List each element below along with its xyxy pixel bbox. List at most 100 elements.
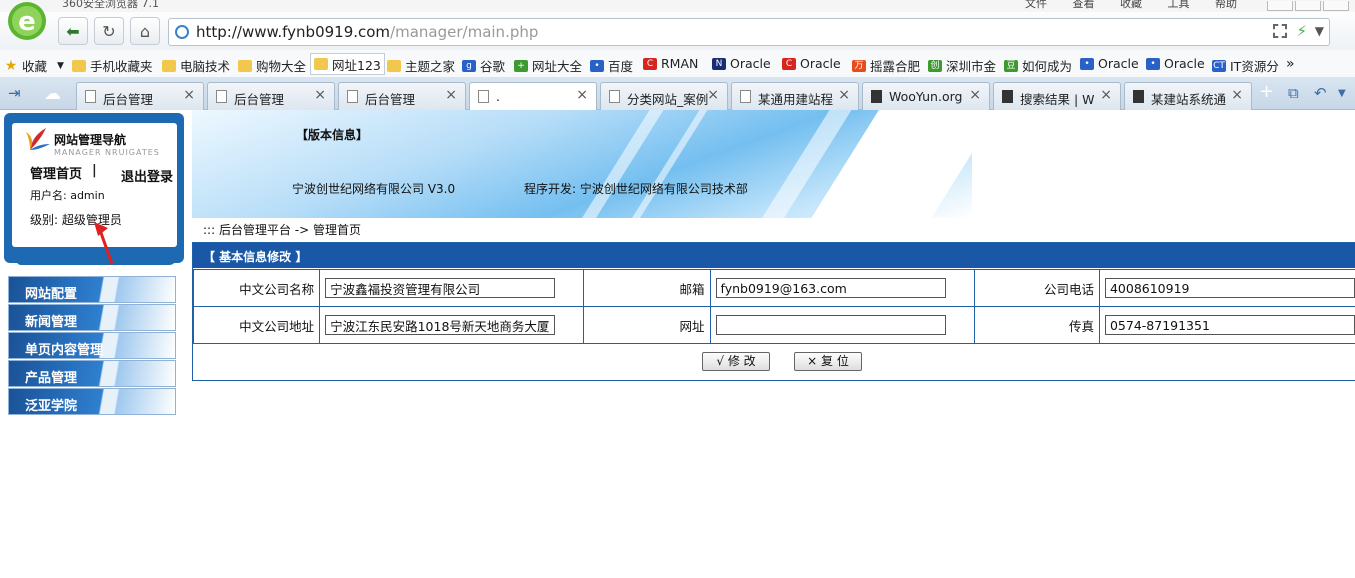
tab-9[interactable]: 某建站系统通 × (1124, 82, 1252, 110)
home-button[interactable]: ⌂ (130, 17, 160, 45)
website-cell (709, 306, 975, 344)
version-title: 【版本信息】 (296, 128, 369, 142)
form-actions: √ 修 改 × 复 位 (193, 344, 1355, 381)
tab-1[interactable]: 后台管理 × (76, 82, 204, 110)
window-title: 360安全浏览器 7.1 (62, 0, 159, 10)
bookmark-item[interactable]: 手机收藏夹 (72, 56, 153, 75)
folder-icon (162, 59, 176, 72)
browser-window: 360安全浏览器 7.1 文件 查看 收藏 工具 帮助 ⬅ ↻ ⌂ http:/… (0, 0, 1355, 578)
tab-active[interactable]: . × (469, 82, 597, 111)
admin-home-link[interactable]: 管理首页 (30, 163, 82, 182)
form-row: 中文公司名称 邮箱 公司电话 (192, 269, 1355, 307)
wooyun-icon (871, 90, 882, 103)
ct-logo-icon: CT (1212, 59, 1226, 72)
close-icon[interactable]: × (445, 87, 457, 103)
bookmark-item[interactable]: 购物大全 (238, 56, 306, 75)
bookmark-item[interactable]: • 百度 (590, 56, 633, 75)
reset-button[interactable]: × 复 位 (794, 352, 862, 371)
site-logo-icon: 创 (928, 59, 942, 72)
nav-title: 网站管理导航 (54, 133, 127, 147)
form-header: 【 基本信息修改 】 (193, 243, 1355, 268)
c-logo-icon: C (782, 57, 796, 70)
address-input[interactable] (325, 315, 556, 335)
menu-favorites[interactable]: 收藏 (1120, 0, 1142, 10)
cloud-icon[interactable]: ☁ (44, 84, 61, 104)
company-name-input[interactable] (325, 278, 556, 298)
bookmark-item[interactable]: CT IT资源分 (1212, 56, 1279, 75)
bookmark-item[interactable]: g 谷歌 (462, 56, 505, 75)
bookmark-item[interactable]: C RMAN (643, 56, 698, 71)
new-tab-icon[interactable]: + (1259, 81, 1274, 102)
tab-5[interactable]: 分类网站_案例 × (600, 82, 728, 110)
close-icon[interactable]: × (576, 87, 588, 103)
menu-file[interactable]: 文件 (1025, 0, 1047, 10)
tab-6[interactable]: 某通用建站程 × (731, 82, 859, 110)
address-label: 中文公司地址 (192, 306, 321, 344)
more-bookmarks-icon[interactable]: » (1286, 56, 1295, 72)
logout-link[interactable]: 退出登录 (121, 166, 173, 185)
chevron-down-icon[interactable]: ▼ (1338, 88, 1346, 99)
menu-site-config[interactable]: 网站配置 (8, 276, 176, 303)
close-icon[interactable]: × (314, 87, 326, 103)
menu-news[interactable]: 新闻管理 (8, 304, 176, 331)
tab-list-icon[interactable]: ⧉ (1288, 84, 1299, 102)
browser-logo-icon[interactable]: e (4, 0, 50, 42)
form-grid: 中文公司名称 邮箱 公司电话 中文公司地址 网址 传真 (192, 269, 1355, 344)
phone-input[interactable] (1104, 278, 1355, 298)
submit-button[interactable]: √ 修 改 (702, 352, 770, 371)
menu-tools[interactable]: 工具 (1168, 0, 1190, 10)
star-icon: ★ (4, 57, 18, 74)
close-icon[interactable]: × (183, 87, 195, 103)
bookmark-item[interactable]: + 网址大全 (514, 56, 582, 75)
bookmark-item[interactable]: 电脑技术 (162, 56, 230, 75)
close-icon[interactable]: × (1231, 87, 1243, 103)
tab-strip: ⇥ ☁ 后台管理 × 后台管理 × 后台管理 × . × 分类网站_案例 × 某通用建站程… (0, 78, 1355, 111)
address-bar[interactable]: http://www.fynb0919.com/manager/main.php… (168, 18, 1330, 46)
bookmark-item[interactable]: 豆如何成为 (1004, 56, 1072, 75)
company-version: 宁波创世纪网络有限公司 V3.0 (292, 182, 456, 196)
email-input[interactable] (715, 278, 946, 298)
close-icon[interactable]: × (969, 87, 981, 103)
close-icon[interactable]: × (1100, 87, 1112, 103)
refresh-button[interactable]: ↻ (94, 17, 124, 45)
lightning-icon[interactable]: ⚡ (1296, 22, 1307, 40)
bookmark-item[interactable]: • Oracle (1146, 56, 1205, 71)
qr-code-icon[interactable] (1273, 24, 1287, 38)
website-label: 网址 (583, 306, 711, 344)
close-icon[interactable]: × (838, 87, 850, 103)
bookmark-item[interactable]: 万摇露合肥 (852, 56, 920, 75)
menu-help[interactable]: 帮助 (1215, 0, 1237, 10)
bookmark-item[interactable]: 创深圳市金 (928, 56, 996, 75)
paw-icon: • (1080, 57, 1094, 70)
fax-input[interactable] (1104, 315, 1355, 335)
minimize-button[interactable] (1267, 1, 1293, 11)
bookmark-item[interactable]: C Oracle (782, 56, 841, 71)
maximize-button[interactable] (1295, 1, 1321, 11)
url-text[interactable]: http://www.fynb0919.com/manager/main.php (196, 23, 538, 41)
website-input[interactable] (715, 315, 946, 335)
bookmark-item[interactable]: • Oracle (1080, 56, 1139, 71)
close-window-button[interactable] (1323, 1, 1349, 11)
undo-close-icon[interactable]: ↶ (1314, 84, 1327, 102)
home-icon: ⌂ (139, 21, 151, 41)
sidebar-toggle-icon[interactable]: ⇥ (8, 84, 21, 102)
chevron-down-icon[interactable]: ▼ (1315, 24, 1324, 38)
menu-academy[interactable]: 泛亚学院 (8, 388, 176, 415)
bookmark-item[interactable]: 主题之家 (387, 56, 455, 75)
tab-2[interactable]: 后台管理 × (207, 82, 335, 110)
google-icon: g (462, 59, 476, 72)
tab-8[interactable]: 搜索结果 | W × (993, 82, 1121, 110)
tab-3[interactable]: 后台管理 × (338, 82, 466, 110)
back-button[interactable]: ⬅ (58, 17, 88, 45)
breadcrumb: ::: 后台管理平台 -> 管理首页 (203, 223, 361, 237)
folder-icon (238, 59, 252, 72)
bookmark-item[interactable]: 网址123 (310, 53, 385, 75)
wooyun-icon (1133, 90, 1144, 103)
menu-products[interactable]: 产品管理 (8, 360, 176, 387)
menu-view[interactable]: 查看 (1073, 0, 1095, 10)
tab-7[interactable]: WooYun.org × (862, 82, 990, 110)
bookmark-item[interactable]: N Oracle (712, 56, 771, 71)
favorites-menu[interactable]: ★ 收藏 ▼ (4, 56, 64, 75)
close-icon[interactable]: × (707, 87, 719, 103)
menu-single-page[interactable]: 单页内容管理 (8, 332, 176, 359)
